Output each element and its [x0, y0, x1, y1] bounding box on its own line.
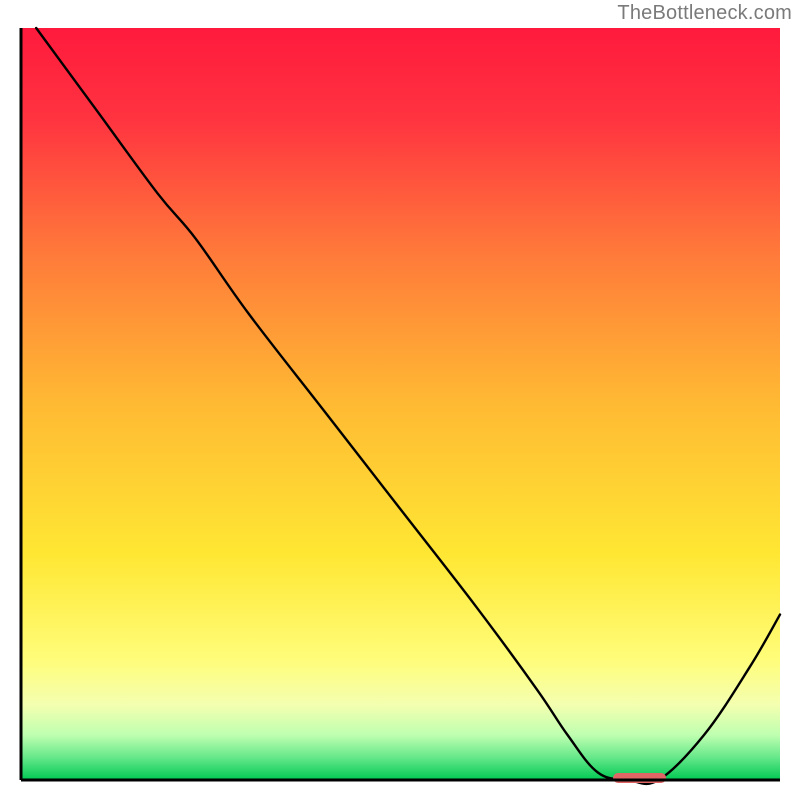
chart-gradient-background	[21, 28, 780, 780]
attribution-label: TheBottleneck.com	[617, 2, 792, 25]
bottleneck-chart	[0, 0, 800, 800]
